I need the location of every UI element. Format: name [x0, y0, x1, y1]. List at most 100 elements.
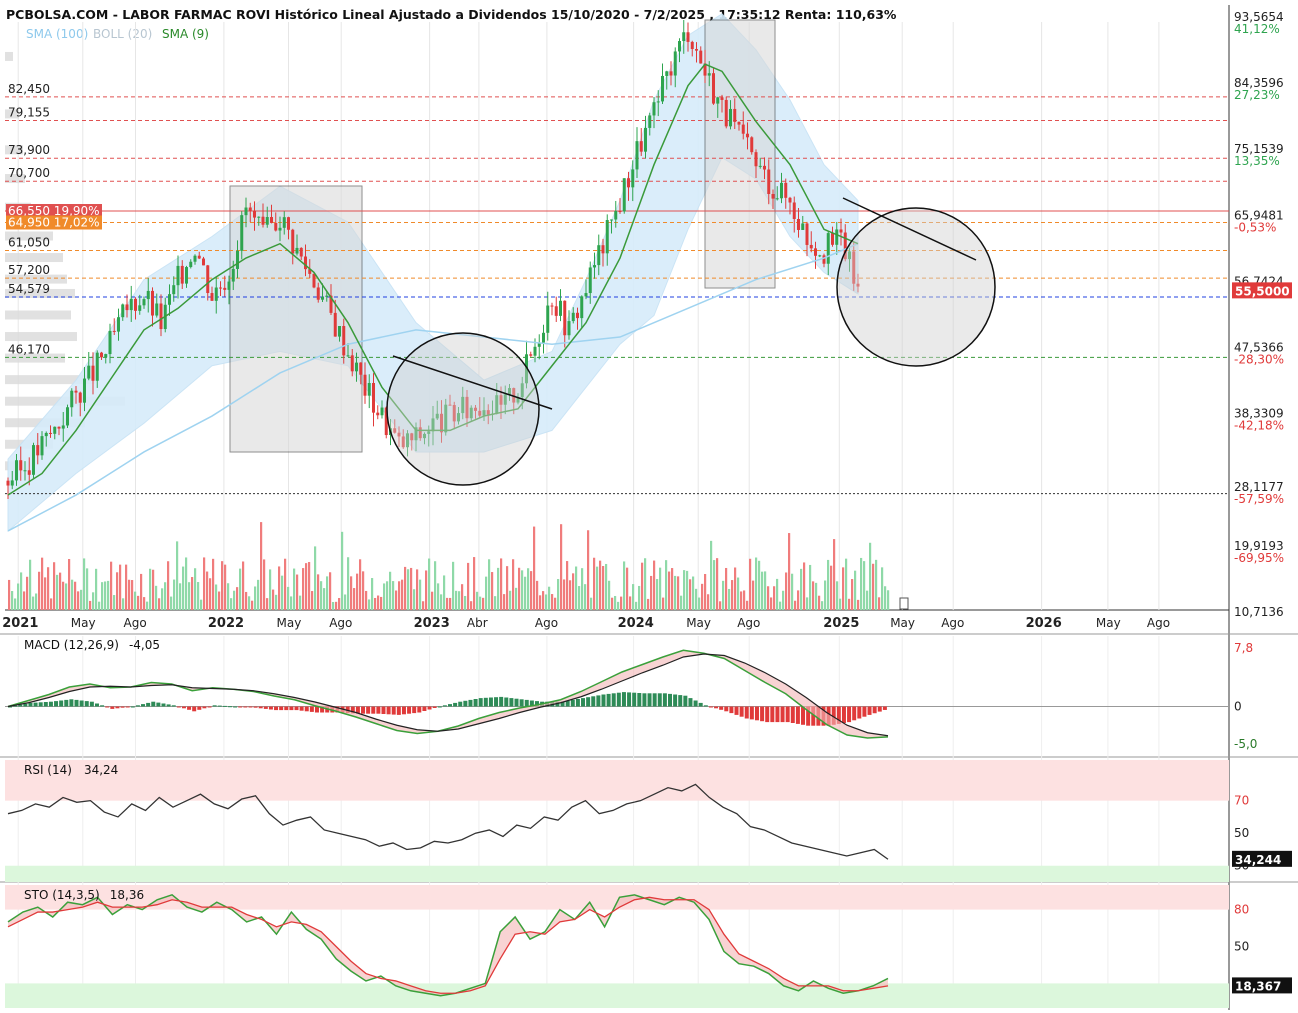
- candle-body: [146, 290, 150, 300]
- volume-bar: [338, 598, 341, 610]
- volume-bar: [185, 557, 188, 610]
- volume-bar: [140, 573, 143, 610]
- x-axis-label: 2026: [1026, 616, 1062, 631]
- macd-histogram-bar: [207, 706, 212, 708]
- candle-body: [168, 294, 171, 305]
- volume-bar: [410, 567, 413, 610]
- volume-bar: [530, 571, 533, 610]
- volume-bar: [767, 586, 770, 610]
- candle-body: [814, 248, 817, 256]
- volume-bar: [731, 580, 734, 610]
- volume-bar: [317, 574, 320, 610]
- macd-histogram-bar: [187, 706, 192, 710]
- volume-bar: [539, 595, 542, 610]
- highlight-box: [229, 185, 363, 453]
- volume-bar: [134, 591, 137, 610]
- candle-body: [49, 432, 52, 434]
- macd-histogram-bar: [125, 706, 130, 708]
- macd-histogram-bar: [724, 706, 729, 712]
- candle-body: [567, 321, 571, 336]
- macd-histogram-bar: [381, 706, 386, 714]
- candle-body: [699, 50, 703, 64]
- volume-bar: [332, 601, 335, 610]
- volume-bar: [599, 560, 602, 610]
- candle-body: [100, 352, 103, 358]
- sto-tick-label: 50: [1234, 940, 1249, 954]
- legend-boll: BOLL (20): [93, 27, 152, 41]
- macd-histogram-bar: [23, 703, 28, 707]
- volume-bar: [860, 557, 863, 610]
- candle-body: [695, 49, 698, 51]
- volume-bar: [68, 559, 71, 610]
- volume-bar: [65, 583, 68, 610]
- level-label: 73,900: [8, 143, 50, 157]
- macd-histogram-bar: [166, 704, 171, 707]
- volume-bar: [557, 579, 560, 610]
- candle-body: [333, 312, 337, 337]
- macd-histogram-bar: [463, 700, 468, 707]
- macd-histogram-bar: [448, 704, 452, 707]
- candle-body: [542, 332, 545, 343]
- volume-bar: [779, 601, 782, 610]
- candle-body: [95, 352, 99, 381]
- candle-body: [750, 137, 754, 153]
- macd-histogram-bar: [765, 706, 770, 723]
- volume-bar: [671, 568, 674, 610]
- volume-bar: [884, 586, 887, 610]
- macd-histogram-bar: [754, 706, 759, 721]
- volume-bar: [743, 590, 746, 610]
- volume-bar: [191, 577, 194, 610]
- candle-body: [550, 305, 554, 307]
- volume-bar: [548, 586, 551, 610]
- macd-histogram-bar: [422, 706, 427, 711]
- volume-bar: [407, 569, 410, 610]
- volume-bar: [137, 595, 140, 610]
- volume-bar: [419, 579, 422, 610]
- candle-body: [53, 426, 57, 434]
- volume-bar: [695, 588, 698, 610]
- macd-histogram-bar: [606, 693, 611, 707]
- volume-bar: [158, 598, 161, 610]
- volume-bar: [401, 579, 404, 610]
- volume-bar: [428, 558, 431, 610]
- macd-histogram-bar: [243, 706, 248, 708]
- price-tick-pct: -69,95%: [1234, 551, 1284, 565]
- volume-bar: [179, 583, 182, 610]
- macd-histogram-bar: [760, 706, 765, 722]
- macd-histogram-bar: [233, 706, 238, 708]
- price-tick-pct: -0,53%: [1234, 220, 1276, 234]
- volume-bar: [656, 579, 659, 610]
- candle-body: [839, 229, 843, 233]
- macd-histogram-bar: [74, 699, 79, 707]
- candle-body: [529, 354, 533, 356]
- candle-body: [287, 217, 290, 230]
- volume-bar: [746, 600, 749, 610]
- volume-bar: [44, 577, 47, 610]
- volume-bar: [728, 588, 731, 610]
- volume-bar: [59, 572, 62, 610]
- candle-body: [809, 244, 813, 249]
- volume-bar: [854, 570, 857, 610]
- candle-body: [648, 115, 652, 128]
- volume-profile-bar: [5, 253, 63, 263]
- volume-bar: [800, 568, 803, 610]
- macd-histogram-bar: [197, 706, 202, 710]
- macd-histogram-bar: [693, 700, 698, 707]
- volume-bar: [494, 596, 497, 610]
- x-axis-label: Ago: [1147, 616, 1170, 630]
- macd-histogram-bar: [857, 706, 862, 719]
- legend-sma9: SMA (9): [162, 27, 209, 41]
- price-tick-pct: -57,59%: [1234, 492, 1284, 506]
- volume-bar: [887, 590, 890, 610]
- macd-histogram-bar: [872, 706, 877, 714]
- candle-body: [601, 245, 605, 254]
- volume-bar: [233, 590, 236, 610]
- candle-body: [554, 306, 558, 316]
- volume-bar: [284, 558, 287, 610]
- x-axis-label: May: [71, 616, 96, 630]
- rsi-label: RSI (14) 34,24: [24, 763, 118, 777]
- volume-bar: [308, 562, 311, 610]
- volume-bar: [458, 591, 461, 610]
- candle-body: [125, 304, 129, 311]
- macd-histogram-bar: [412, 706, 417, 714]
